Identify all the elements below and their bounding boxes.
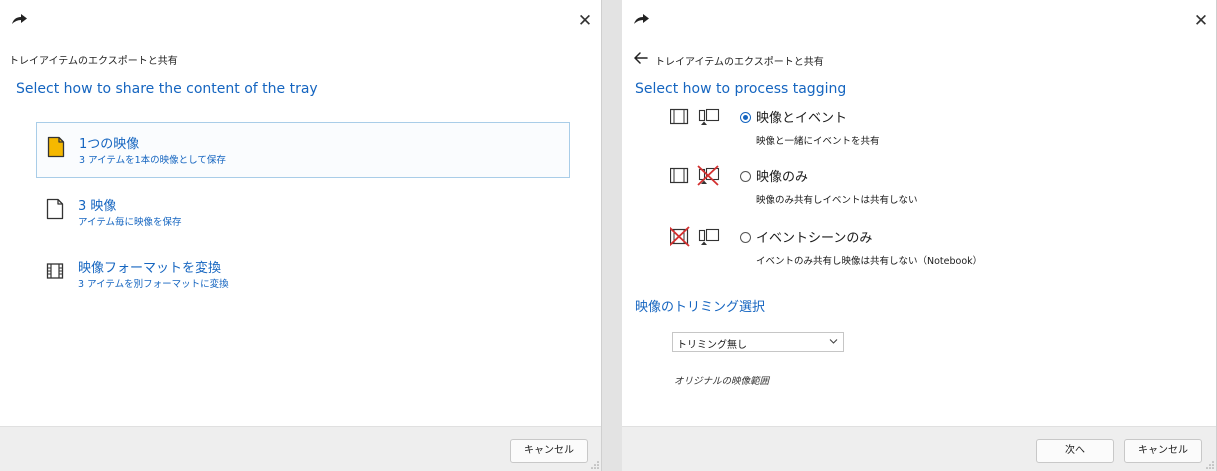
radio-video-only[interactable] <box>740 171 751 182</box>
back-arrow-icon[interactable] <box>633 50 649 66</box>
trimming-heading: 映像のトリミング選択 <box>635 300 766 315</box>
tagging-option-label[interactable]: イベントシーンのみ <box>756 227 872 246</box>
cancel-button[interactable]: キャンセル <box>510 439 588 463</box>
trimming-note: オリジナルの映像範囲 <box>674 376 770 387</box>
share-arrow-icon <box>634 14 649 24</box>
tagging-option-description: 映像と一緒にイベントを共有 <box>756 136 880 147</box>
document-icon <box>47 136 65 158</box>
resize-grip-icon[interactable] <box>1206 461 1214 469</box>
close-button[interactable]: ✕ <box>1190 10 1212 32</box>
page-prompt: Select how to share the content of the t… <box>16 81 318 97</box>
video-only-icon <box>670 165 720 186</box>
resize-grip-icon[interactable] <box>591 461 599 469</box>
chevron-down-icon <box>829 339 838 344</box>
close-button[interactable]: ✕ <box>574 10 596 32</box>
option-multiple-videos[interactable]: 3 映像 アイテム毎に映像を保存 <box>36 185 570 241</box>
tagging-option-video-and-events: 映像とイベント 映像と一緒にイベントを共有 <box>622 106 1216 150</box>
tagging-option-event-scenes-only: イベントシーンのみ イベントのみ共有し映像は共有しない（Notebook） <box>622 226 1216 270</box>
export-share-dialog-step1: ✕ トレイアイテムのエクスポートと共有 Select how to share … <box>0 0 602 471</box>
window-gap <box>602 0 622 471</box>
export-share-dialog-step2: ✕ トレイアイテムのエクスポートと共有 Select how to proces… <box>622 0 1217 471</box>
option-subtitle: 3 アイテムを1本の映像として保存 <box>79 155 226 166</box>
cancel-button[interactable]: キャンセル <box>1124 439 1202 463</box>
page-prompt: Select how to process tagging <box>635 81 847 97</box>
option-title: 1つの映像 <box>79 137 140 152</box>
tagging-option-description: 映像のみ共有しイベントは共有しない <box>756 195 918 206</box>
option-convert-format[interactable]: 映像フォーマットを変換 3 アイテムを別フォーマットに変換 <box>36 247 570 303</box>
tagging-option-video-only: 映像のみ 映像のみ共有しイベントは共有しない <box>622 165 1216 209</box>
dialog-footer: キャンセル <box>0 426 601 471</box>
option-title: 映像フォーマットを変換 <box>78 261 222 276</box>
tagging-option-label[interactable]: 映像のみ <box>756 166 808 185</box>
radio-video-and-events[interactable] <box>740 112 751 123</box>
dialog-title: トレイアイテムのエクスポートと共有 <box>9 56 178 67</box>
trimming-select-value: トリミング無し <box>677 340 747 351</box>
next-button[interactable]: 次へ <box>1036 439 1114 463</box>
document-icon <box>46 198 64 220</box>
dialog-title: トレイアイテムのエクスポートと共有 <box>655 57 824 68</box>
option-title: 3 映像 <box>78 199 117 214</box>
tagging-option-description: イベントのみ共有し映像は共有しない（Notebook） <box>756 256 983 267</box>
option-single-video[interactable]: 1つの映像 3 アイテムを1本の映像として保存 <box>36 122 570 178</box>
share-arrow-icon <box>12 14 27 24</box>
tagging-option-label[interactable]: 映像とイベント <box>756 107 847 126</box>
option-subtitle: アイテム毎に映像を保存 <box>78 217 182 228</box>
video-and-device-icon <box>670 108 720 125</box>
trimming-select[interactable]: トリミング無し <box>672 332 844 352</box>
film-icon <box>46 263 64 279</box>
dialog-footer: 次へ キャンセル <box>622 426 1216 471</box>
radio-event-scenes-only[interactable] <box>740 232 751 243</box>
option-subtitle: 3 アイテムを別フォーマットに変換 <box>78 279 229 290</box>
events-only-icon <box>670 226 720 247</box>
